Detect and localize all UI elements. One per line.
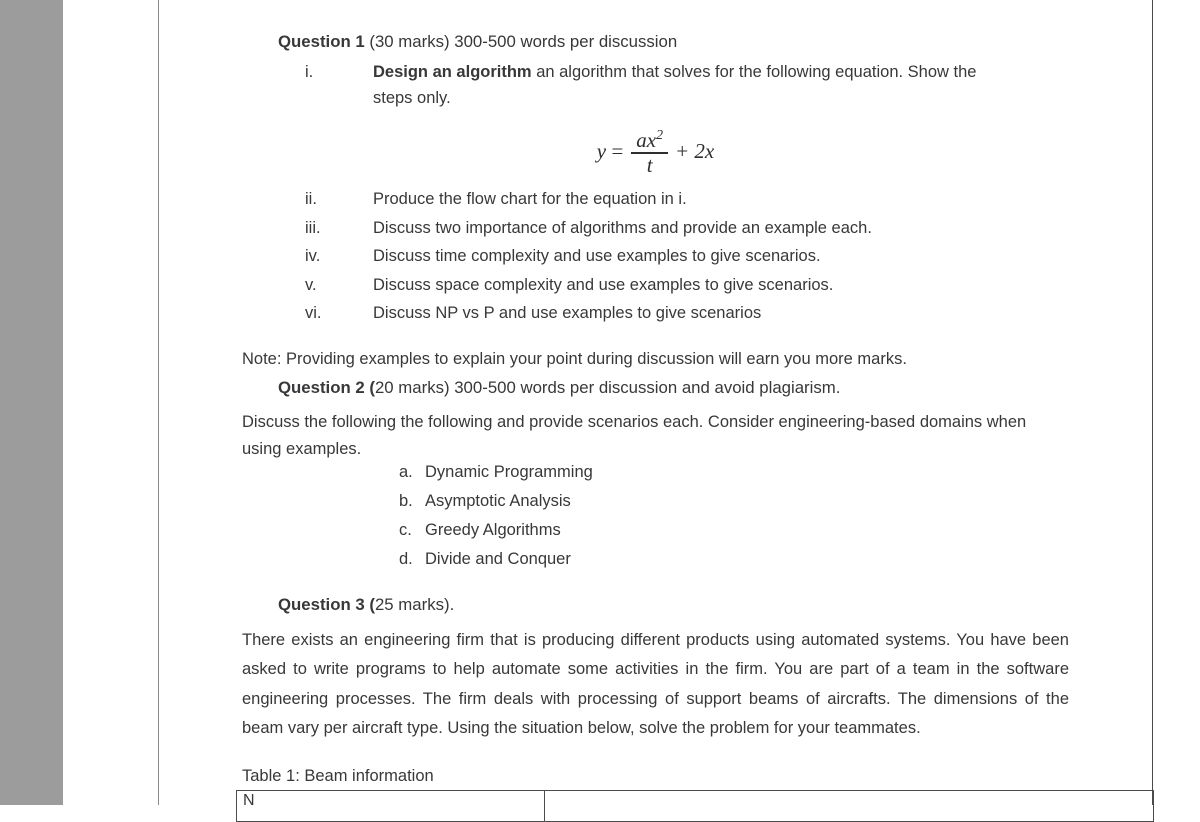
question1-heading-bold: Question 1 [278,32,365,51]
list-marker: v. [305,275,317,294]
list-item-text: Dynamic Programming [425,463,593,481]
question1-roman-list: ii. Produce the flow chart for the equat… [305,191,1025,334]
page-right-border [1152,0,1153,805]
question2-item-c: c. Greedy Algorithms [399,522,799,551]
table-cell-name: N [236,790,545,822]
question3-heading-bold: Question 3 ( [278,595,375,614]
question1-item-v: v. Discuss space complexity and use exam… [305,275,1025,306]
question2-intro: Discuss the following the following and … [242,413,1027,458]
numerator-base: ax [636,128,657,152]
table-row: N [236,790,1154,822]
equation-block: y = ax2 t + 2x [159,128,1152,176]
question2-heading-bold: Question 2 ( [278,378,375,397]
table-caption: Table 1: Beam information [242,767,434,785]
list-marker: c. [399,521,412,539]
item-bold-lead: Design an algorithm [373,63,532,81]
question1-item-vi: vi. Discuss NP vs P and use examples to … [305,305,1025,334]
list-item-text: Produce the flow chart for the equation … [373,190,687,208]
list-marker: a. [399,463,413,481]
list-marker: iii. [305,218,321,237]
question2-item-d: d. Divide and Conquer [399,551,799,580]
table-cell-value [544,790,1154,822]
question1-item-ii: ii. Produce the flow chart for the equat… [305,191,1025,220]
question2-letter-list: a. Dynamic Programming b. Asymptotic Ana… [399,464,799,580]
equation-inline: y = ax2 t + 2x [597,128,715,176]
question1-item-iv: iv. Discuss time complexity and use exam… [305,248,1025,277]
equation-numerator: ax2 [631,128,668,152]
numerator-exponent: 2 [656,127,663,142]
equation-fraction: ax2 t [631,128,668,176]
table-body: N [236,790,1154,822]
question3-heading: Question 3 (25 marks). [278,595,455,614]
equation-equals: = [610,139,625,164]
left-gutter-bar [0,0,63,805]
list-item-text: Asymptotic Analysis [425,492,571,510]
list-marker: ii. [305,190,317,208]
list-marker: iv. [305,247,321,265]
list-marker: vi. [305,304,322,322]
question1-heading-rest: (30 marks) 300-500 words per discussion [364,32,678,51]
question2-item-a: a. Dynamic Programming [399,464,799,493]
question1-item-i: i. Design an algorithm an algorithm that… [305,60,995,111]
equation-lhs: y [596,139,607,164]
list-item-text: Discuss NP vs P and use examples to give… [373,304,762,322]
document-page: Question 1 (30 marks) 300-500 words per … [159,0,1154,822]
list-item-text: Divide and Conquer [425,550,571,568]
question1-heading: Question 1 (30 marks) 300-500 words per … [278,32,678,51]
question1-item-iii: iii. Discuss two importance of algorithm… [305,218,1025,249]
list-item-text: Design an algorithm an algorithm that so… [373,60,995,111]
beam-information-table: N [236,790,1154,822]
list-item-text: Greedy Algorithms [425,521,561,539]
equation-tail: + 2x [675,139,715,164]
question2-heading: Question 2 (20 marks) 300-500 words per … [278,378,841,397]
list-marker: b. [399,492,413,510]
note-line: Note: Providing examples to explain your… [242,350,907,368]
question2-heading-rest: 20 marks) 300-500 words per discussion a… [374,378,841,397]
list-marker: i. [305,63,314,81]
list-item-text: Discuss space complexity and use example… [373,275,834,294]
list-item-text: Discuss time complexity and use examples… [373,247,821,265]
question3-body: There exists an engineering firm that is… [242,631,1069,738]
question3-heading-rest: 25 marks). [374,595,455,614]
equation-denominator: t [646,152,653,177]
list-marker: d. [399,550,413,568]
list-item-text: Discuss two importance of algorithms and… [373,218,872,237]
question2-item-b: b. Asymptotic Analysis [399,493,799,522]
